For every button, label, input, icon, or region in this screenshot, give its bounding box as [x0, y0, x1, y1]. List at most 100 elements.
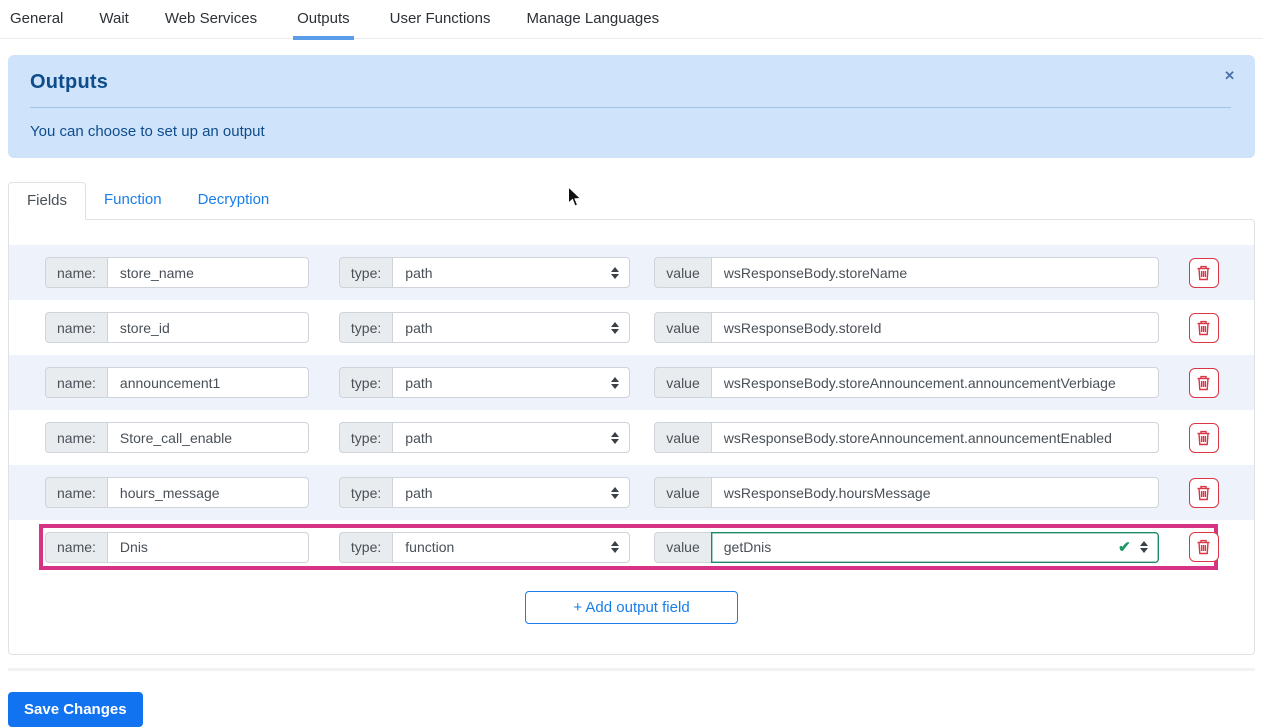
add-output-field-button[interactable]: + Add output field — [525, 591, 738, 624]
delete-field-button[interactable] — [1188, 367, 1219, 398]
tab-decryption[interactable]: Decryption — [180, 182, 288, 219]
type-label: type: — [338, 422, 393, 453]
name-group: name: — [45, 477, 309, 508]
field-value-input[interactable] — [710, 367, 1159, 398]
field-type-value: path — [405, 429, 433, 446]
alert-title: Outputs — [30, 71, 109, 93]
outputs-alert: Outputs You can choose to set up an outp… — [8, 55, 1255, 158]
type-group: type: path — [338, 367, 631, 398]
top-nav: General Wait Web Services Outputs User F… — [0, 0, 1263, 40]
delete-field-button[interactable] — [1188, 477, 1219, 508]
type-group: type: path — [338, 477, 631, 508]
field-type-select[interactable]: path — [392, 312, 631, 343]
output-field-row: name: type: path value — [9, 465, 1254, 520]
value-group: value — [654, 257, 1159, 288]
type-group: type: function — [338, 531, 631, 563]
field-name-input[interactable] — [106, 422, 309, 453]
field-value-input[interactable] — [710, 422, 1159, 453]
tab-user-functions[interactable]: User Functions — [390, 10, 491, 38]
field-name-input[interactable] — [106, 477, 309, 508]
delete-field-button[interactable] — [1188, 257, 1219, 288]
field-type-select[interactable]: function — [392, 531, 631, 563]
trash-icon — [1197, 265, 1210, 280]
trash-icon — [1197, 430, 1210, 445]
select-arrows-icon — [611, 431, 620, 444]
tab-function[interactable]: Function — [86, 182, 180, 219]
alert-divider — [30, 107, 1231, 108]
delete-field-button[interactable] — [1188, 312, 1219, 343]
value-group: value — [654, 312, 1159, 343]
name-group: name: — [45, 367, 309, 398]
save-changes-button[interactable]: Save Changes — [8, 692, 143, 727]
field-value-input[interactable] — [710, 312, 1159, 343]
fields-tabbar: Fields Function Decryption — [8, 182, 1255, 220]
field-name-input[interactable] — [106, 531, 309, 563]
trash-icon — [1197, 320, 1210, 335]
output-field-row: name: type: path value — [9, 245, 1254, 300]
name-label: name: — [45, 367, 107, 398]
fields-panel: name: type: path value name: — [8, 219, 1255, 655]
select-arrows-icon — [611, 376, 620, 389]
name-group: name: — [45, 312, 309, 343]
trash-icon — [1197, 375, 1210, 390]
name-label: name: — [45, 531, 107, 563]
field-type-select[interactable]: path — [392, 477, 631, 508]
field-type-value: function — [405, 539, 455, 555]
value-label: value — [654, 367, 711, 398]
select-arrows-icon — [611, 266, 620, 279]
field-type-value: path — [405, 319, 433, 336]
field-type-value: path — [405, 484, 433, 501]
tab-general[interactable]: General — [10, 10, 63, 38]
alert-message: You can choose to set up an output — [30, 123, 265, 140]
valid-check-icon: ✔ — [1118, 539, 1131, 556]
select-arrows-icon — [1139, 541, 1148, 553]
value-label: value — [654, 531, 711, 563]
select-arrows-icon — [611, 321, 620, 334]
tab-wait[interactable]: Wait — [99, 10, 128, 38]
output-field-row: name: type: path value — [9, 355, 1254, 410]
field-name-input[interactable] — [106, 367, 309, 398]
output-field-row: name: type: function value getDnis ✔ — [39, 524, 1219, 570]
bottom-divider — [8, 668, 1255, 671]
field-type-value: path — [405, 374, 433, 391]
delete-field-button[interactable] — [1188, 532, 1219, 562]
value-label: value — [654, 257, 711, 288]
delete-field-button[interactable] — [1188, 422, 1219, 453]
name-group: name: — [45, 257, 309, 288]
select-arrows-icon — [611, 486, 620, 499]
tab-outputs[interactable]: Outputs — [293, 10, 354, 40]
value-label: value — [654, 422, 711, 453]
name-label: name: — [45, 477, 107, 508]
field-value-select[interactable]: getDnis ✔ — [710, 531, 1159, 563]
field-value-input[interactable] — [710, 257, 1159, 288]
field-value-input[interactable] — [710, 477, 1159, 508]
name-label: name: — [45, 422, 107, 453]
field-value-text: getDnis — [723, 539, 772, 555]
type-label: type: — [338, 531, 393, 563]
field-type-select[interactable]: path — [392, 257, 631, 288]
type-group: type: path — [338, 422, 631, 453]
field-name-input[interactable] — [106, 257, 309, 288]
close-icon[interactable]: ✕ — [1224, 69, 1235, 82]
tab-manage-languages[interactable]: Manage Languages — [527, 10, 660, 38]
type-group: type: path — [338, 312, 631, 343]
field-type-value: path — [405, 264, 433, 281]
field-type-select[interactable]: path — [392, 422, 631, 453]
name-group: name: — [45, 531, 309, 563]
type-label: type: — [338, 367, 393, 398]
type-group: type: path — [338, 257, 631, 288]
tab-web-services[interactable]: Web Services — [165, 10, 257, 38]
tab-fields[interactable]: Fields — [8, 182, 87, 220]
name-group: name: — [45, 422, 309, 453]
value-group: value — [654, 367, 1159, 398]
output-field-row: name: type: path value — [9, 300, 1254, 355]
trash-icon — [1197, 485, 1210, 500]
output-fields-list: name: type: path value name: — [9, 245, 1254, 570]
name-label: name: — [45, 257, 107, 288]
field-type-select[interactable]: path — [392, 367, 631, 398]
value-label: value — [654, 312, 711, 343]
output-field-row: name: type: path value — [9, 410, 1254, 465]
field-name-input[interactable] — [106, 312, 309, 343]
select-arrows-icon — [611, 541, 620, 553]
type-label: type: — [338, 312, 393, 343]
